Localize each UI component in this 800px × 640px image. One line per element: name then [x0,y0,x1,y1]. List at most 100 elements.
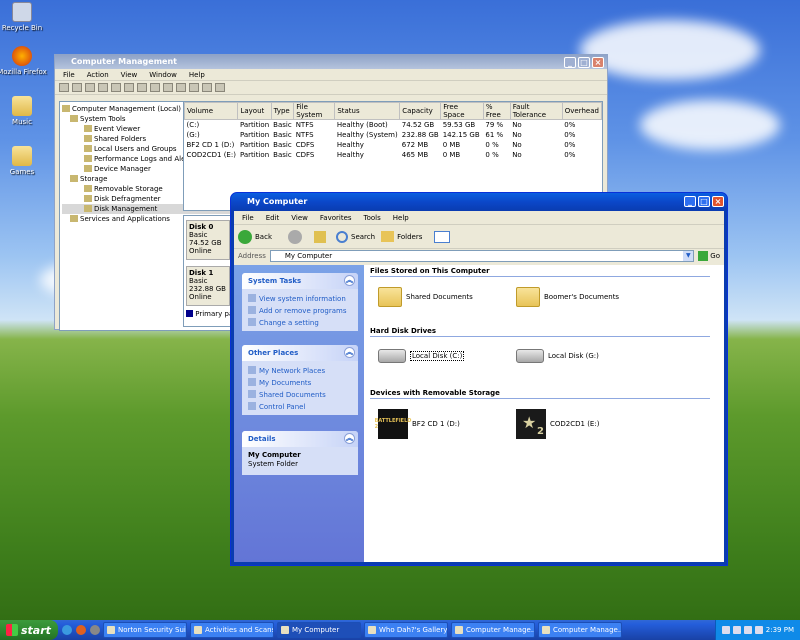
table-row[interactable]: COD2CD1 (E:) Partition Basic CDFS Healthy 465… [185,150,602,160]
taskbar-item[interactable]: Computer Manage... [451,622,535,638]
menu-tools[interactable]: Tools [358,211,387,224]
address-bar: Address My Computer ▼ Go [234,249,724,263]
search-button[interactable]: Search [336,230,375,243]
maximize-button[interactable]: □ [578,57,590,68]
delete-icon[interactable] [163,83,173,92]
table-row[interactable]: (G:) Partition Basic NTFS Healthy (System) 23… [185,130,602,140]
place-link[interactable]: Control Panel [248,401,352,413]
task-link[interactable]: View system information [248,293,352,305]
address-input[interactable]: My Computer ▼ [269,250,695,262]
help-icon[interactable] [137,83,147,92]
menu-help[interactable]: Help [387,211,415,224]
ie-icon[interactable] [62,625,72,635]
bf2-cd-item[interactable]: BATTLEFIELD 2 BF2 CD 1 (D:) [375,409,460,439]
tray-icon[interactable] [743,626,752,634]
column-header[interactable]: Overhead [561,102,603,120]
close-button[interactable]: × [592,57,604,68]
local-disk-g-item[interactable]: Local Disk (G:) [516,349,599,363]
menu-edit[interactable]: Edit [260,211,286,224]
place-link[interactable]: Shared Documents [248,389,352,401]
search-icon[interactable] [202,83,212,92]
panel-header[interactable]: System Tasks ︽ [242,273,358,289]
volume-icon[interactable] [754,626,763,634]
view-icon[interactable] [215,83,225,92]
properties-icon[interactable] [111,83,121,92]
tray-icon[interactable] [732,626,741,634]
table-cell: Healthy (System) [336,130,398,139]
column-header[interactable]: File System [293,102,336,120]
boomers-documents-item[interactable]: Boomer's Documents [516,287,619,307]
column-header[interactable]: Layout [237,102,272,120]
taskbar-item[interactable]: Computer Manage... [538,622,622,638]
column-header[interactable]: Fault Tolerance [509,102,563,120]
local-disk-c-item[interactable]: Local Disk (C:) [378,349,465,363]
column-header[interactable]: Volume [183,102,239,120]
collapse-chevron-icon[interactable]: ︽ [344,275,355,286]
firefox-quicklaunch-icon[interactable] [76,625,86,635]
clock[interactable]: 2:39 PM [766,626,794,634]
forward-arrow-icon[interactable] [72,83,82,92]
maximize-button[interactable]: □ [698,196,710,207]
menu-action[interactable]: Action [81,69,115,80]
menu-help[interactable]: Help [183,69,211,80]
menu-window[interactable]: Window [143,69,183,80]
desktop-icon-firefox[interactable]: Mozilla Firefox [0,46,48,76]
go-button[interactable]: Go [698,251,724,261]
collapse-chevron-icon[interactable]: ︽ [344,347,355,358]
disk-0-box[interactable]: Disk 0 Basic 74.52 GB Online [186,220,230,260]
panel-header[interactable]: Details ︽ [242,431,358,447]
minimize-button[interactable]: _ [684,196,696,207]
forward-button[interactable] [288,229,302,244]
close-button[interactable]: × [712,196,724,207]
panel-header[interactable]: Other Places ︽ [242,345,358,361]
chevron-down-icon[interactable]: ▼ [683,251,694,261]
star-icon: ★ [522,413,537,432]
place-link[interactable]: My Documents [248,377,352,389]
refresh-icon[interactable] [124,83,134,92]
disk-1-box[interactable]: Disk 1 Basic 232.88 GB Online [186,266,230,306]
folder-icon[interactable] [189,83,199,92]
disk-icon[interactable] [150,83,160,92]
desktop-icon-games[interactable]: Games [0,146,48,176]
column-header[interactable]: Capacity [399,102,442,120]
task-link[interactable]: Add or remove programs [248,305,352,317]
column-header[interactable]: Status [334,102,401,120]
taskbar-item[interactable]: Norton Security Suite [103,622,187,638]
menu-view[interactable]: View [115,69,144,80]
tray-icon[interactable] [721,626,730,634]
column-header[interactable]: % Free [482,102,511,120]
desktop-icon-recycle-bin[interactable]: Recycle Bin [0,2,48,32]
window-titlebar[interactable]: My Computer _ □ × [231,193,727,211]
task-link[interactable]: Change a setting [248,317,352,329]
tree-label: Removable Storage [94,185,163,193]
table-cell: 79 % [485,120,504,129]
desktop-icon-music[interactable]: Music [0,96,48,126]
shared-documents-item[interactable]: Shared Documents [378,287,473,307]
taskbar-item[interactable]: Who Dah?'s Gallery ... [364,622,448,638]
window-titlebar[interactable]: Computer Management _ □ × [55,55,607,69]
folders-button[interactable]: Folders [381,231,422,242]
menu-file[interactable]: File [236,211,260,224]
place-link[interactable]: My Network Places [248,365,352,377]
menu-favorites[interactable]: Favorites [314,211,358,224]
back-arrow-icon[interactable] [59,83,69,92]
quicklaunch-icon[interactable] [90,625,100,635]
menu-view[interactable]: View [285,211,314,224]
taskbar-item[interactable]: Activities and Scans [190,622,274,638]
column-header[interactable]: Free Space [440,102,484,120]
up-folder-icon[interactable] [314,230,326,243]
taskbar-item-active[interactable]: My Computer [277,622,361,638]
collapse-chevron-icon[interactable]: ︽ [344,433,355,444]
check-icon[interactable] [176,83,186,92]
start-button[interactable]: start [0,620,58,640]
menu-file[interactable]: File [57,69,81,80]
show-tree-icon[interactable] [98,83,108,92]
up-folder-icon[interactable] [85,83,95,92]
back-button[interactable]: Back [238,229,272,244]
minimize-button[interactable]: _ [564,57,576,68]
table-row[interactable]: BF2 CD 1 (D:) Partition Basic CDFS Healthy 67… [185,140,602,150]
table-row[interactable]: (C:) Partition Basic NTFS Healthy (Boot) 74.5… [185,120,602,130]
cod2-cd-item[interactable]: ★ 2 COD2CD1 (E:) [516,409,599,439]
views-icon[interactable] [434,230,451,243]
column-header[interactable]: Type [270,102,295,120]
